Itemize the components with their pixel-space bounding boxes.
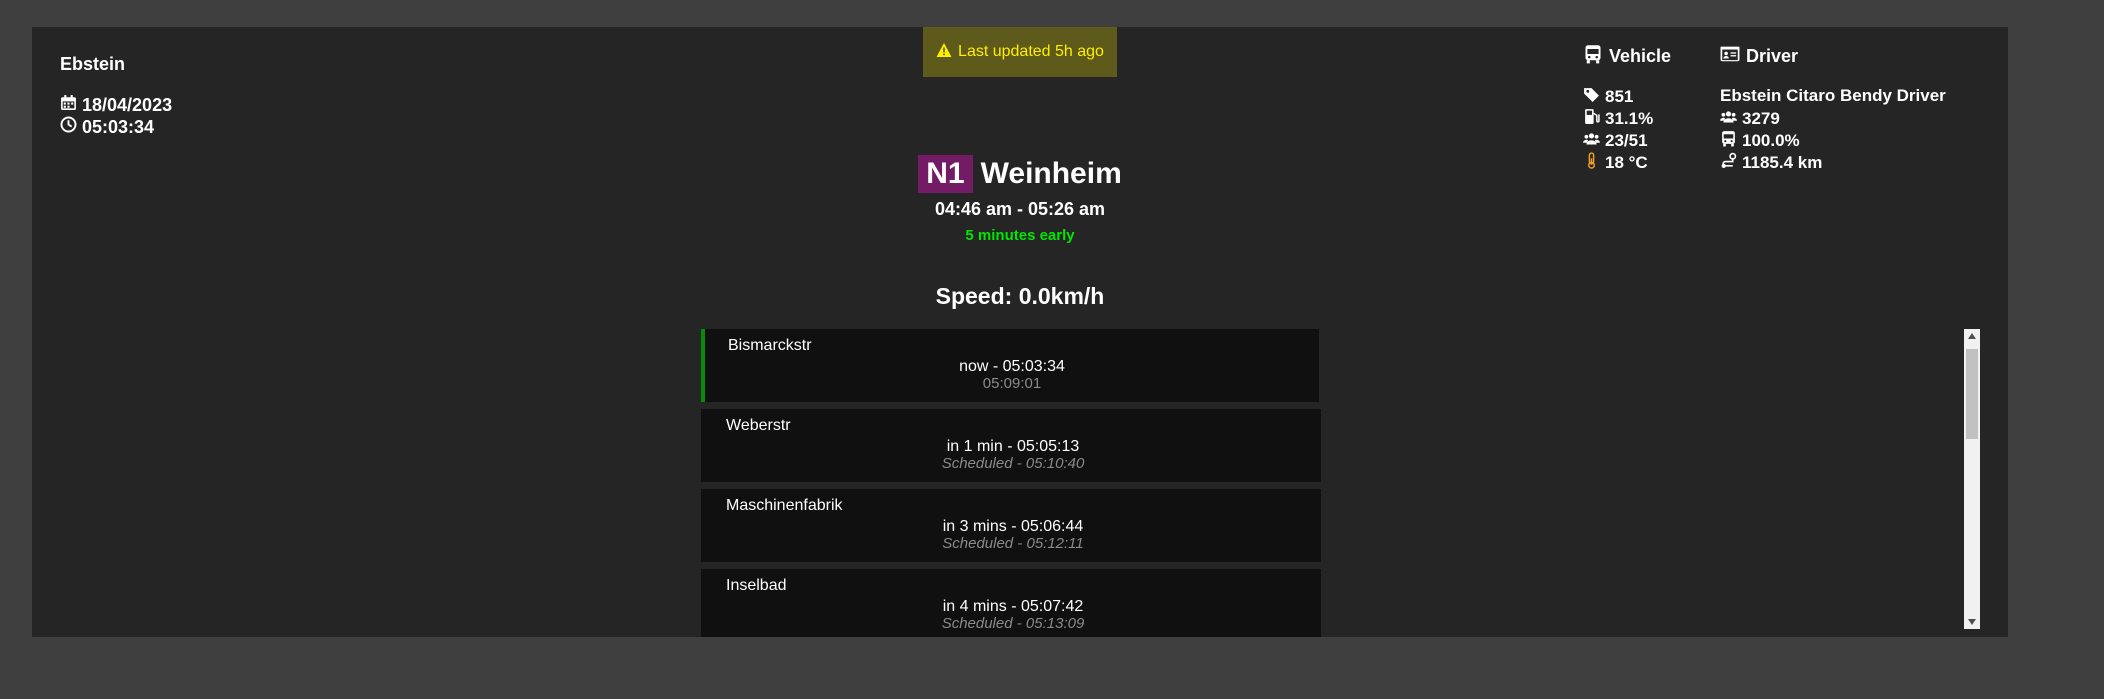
destination: Weinheim	[980, 157, 1122, 190]
stop-eta: now - 05:03:34	[959, 358, 1065, 375]
driver-rating-row: 100.0%	[1720, 130, 1800, 152]
vehicle-passengers: 23/51	[1605, 131, 1648, 150]
bus-icon	[1583, 44, 1603, 69]
driver-distance: 1185.4 km	[1742, 153, 1823, 172]
thermometer-icon	[1583, 152, 1600, 174]
stop-item: Maschinenfabrik in 3 mins - 05:06:44 Sch…	[701, 489, 1321, 562]
clock-icon	[60, 116, 77, 138]
stop-item: Weberstr in 1 min - 05:05:13 Scheduled -…	[701, 409, 1321, 482]
stop-list-scrollbar[interactable]	[1964, 329, 1980, 629]
route-icon	[1720, 152, 1737, 174]
vehicle-number: 851	[1605, 87, 1634, 106]
tag-icon	[1583, 86, 1600, 108]
vehicle-temperature: 18 °C	[1605, 153, 1648, 172]
stop-name: Bismarckstr	[728, 337, 812, 354]
vehicle-fuel-row: 31.1%	[1583, 108, 1653, 130]
users-icon	[1720, 108, 1737, 130]
id-card-icon	[1720, 44, 1740, 69]
line-badge: N1	[918, 155, 973, 193]
date-row: 18/04/2023	[60, 94, 172, 116]
stop-item-current: Bismarckstr now - 05:03:34 05:09:01	[701, 329, 1319, 402]
last-updated-text: Last updated 5h ago	[958, 43, 1104, 60]
scroll-down-arrow-icon[interactable]	[1964, 615, 1980, 629]
driver-title: Driver	[1746, 46, 1799, 66]
vehicle-passengers-row: 23/51	[1583, 130, 1648, 152]
calendar-icon	[60, 94, 77, 116]
fuel-pump-icon	[1583, 108, 1600, 130]
stop-scheduled: Scheduled - 05:10:40	[941, 455, 1085, 472]
dashboard-panel: Ebstein 18/04/2023 05:03:34 Last updated…	[32, 27, 2008, 637]
vehicle-fuel: 31.1%	[1605, 109, 1654, 128]
bus-icon	[1720, 130, 1737, 152]
stop-name: Inselbad	[726, 577, 787, 594]
route-info: N1 Weinheim 04:46 am - 05:26 am 5 minute…	[912, 155, 1128, 244]
stop-eta: in 1 min - 05:05:13	[946, 438, 1080, 455]
vehicle-temperature-row: 18 °C	[1583, 152, 1648, 174]
driver-id-row: 3279	[1720, 108, 1780, 130]
stop-eta: in 3 mins - 05:06:44	[942, 518, 1084, 535]
current-date: 18/04/2023	[82, 94, 173, 115]
driver-id: 3279	[1742, 109, 1780, 128]
users-icon	[1583, 130, 1600, 152]
warning-triangle-icon	[936, 42, 952, 63]
trip-times: 04:46 am - 05:26 am	[934, 199, 1106, 219]
driver-rating: 100.0%	[1742, 131, 1800, 150]
time-row: 05:03:34	[60, 116, 154, 138]
stop-name: Weberstr	[726, 417, 791, 434]
stop-list[interactable]: Bismarckstr now - 05:03:34 05:09:01 Webe…	[701, 329, 1355, 637]
stop-item: Inselbad in 4 mins - 05:07:42 Scheduled …	[701, 569, 1321, 637]
punctuality-status: 5 minutes early	[965, 227, 1075, 244]
current-time: 05:03:34	[82, 116, 155, 137]
stop-scheduled: Scheduled - 05:13:09	[941, 615, 1085, 632]
driver-name-row: Ebstein Citaro Bendy Driver	[1720, 86, 1946, 106]
speed-readout: Speed: 0.0km/h	[935, 283, 1105, 309]
vehicle-header: Vehicle	[1583, 44, 1671, 69]
vehicle-number-row: 851	[1583, 86, 1633, 108]
driver-name: Ebstein Citaro Bendy Driver	[1720, 86, 1946, 105]
company-name: Ebstein	[60, 54, 126, 74]
stop-name: Maschinenfabrik	[726, 497, 843, 514]
vehicle-title: Vehicle	[1609, 46, 1672, 66]
stop-scheduled: Scheduled - 05:12:11	[942, 535, 1084, 552]
scroll-up-arrow-icon[interactable]	[1964, 329, 1980, 343]
driver-header: Driver	[1720, 44, 1798, 69]
scroll-thumb[interactable]	[1966, 349, 1978, 439]
last-updated-banner: Last updated 5h ago	[923, 27, 1117, 77]
driver-distance-row: 1185.4 km	[1720, 152, 1822, 174]
stop-scheduled: 05:09:01	[982, 375, 1042, 392]
stop-eta: in 4 mins - 05:07:42	[942, 598, 1084, 615]
